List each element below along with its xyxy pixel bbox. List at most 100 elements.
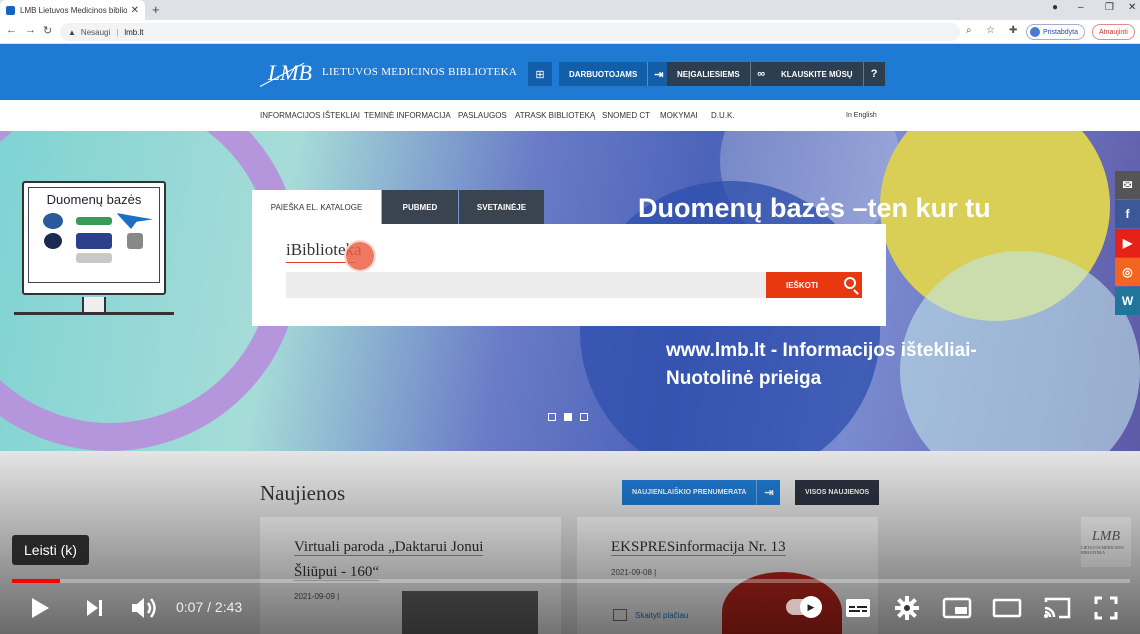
- tab-catalog-search[interactable]: PAIEŠKA EL. KATALOGE: [252, 190, 381, 224]
- menu-item-services[interactable]: PASLAUGOS: [458, 111, 507, 120]
- accessibility-button[interactable]: NEĮGALIESIEMS ∞: [667, 62, 772, 86]
- cursor-highlight-icon: [344, 240, 376, 272]
- news-card-title[interactable]: Virtuali paroda „Daktarui Jonui Šliūpui …: [294, 535, 484, 585]
- social-sidebar: ✉ f ▶ ◎ W: [1115, 171, 1140, 316]
- search-panel-body: iBiblioteka IEŠKOTI: [252, 224, 886, 326]
- theater-icon: [992, 598, 1022, 618]
- back-icon[interactable]: ←: [6, 24, 17, 36]
- issuu-icon[interactable]: ◎: [1115, 258, 1140, 286]
- all-news-button[interactable]: VISOS NAUJIENOS: [795, 480, 880, 505]
- newsletter-button[interactable]: NAUJIENLAIŠKIO PRENUMERATA ⇥: [622, 480, 781, 505]
- catalog-search-input[interactable]: [286, 272, 766, 298]
- profile-button[interactable]: Pristabdyta: [1026, 24, 1086, 40]
- news-heading: Naujienos: [260, 481, 346, 505]
- monitor-base: [14, 312, 174, 315]
- browser-toolbar: ← → ↻ ▲ Nesaugi | lmb.lt ⌕ ☆ ✚ Pristabdy…: [0, 20, 1140, 44]
- hero-headline: Duomenų bazės –ten kur tu: [638, 193, 991, 223]
- monitor-stand: [82, 297, 106, 313]
- cast-icon: [1044, 597, 1071, 619]
- logo-mark: LMB: [258, 52, 314, 92]
- mail-icon[interactable]: ✉: [1115, 171, 1140, 199]
- hero-subheadline: www.lmb.lt - Informacijos ištekliai- Nuo…: [666, 337, 977, 393]
- avatar: [1030, 27, 1040, 37]
- theater-mode-button[interactable]: [991, 594, 1023, 622]
- springer-logo-icon: [126, 233, 143, 249]
- reload-icon[interactable]: ↻: [43, 24, 52, 37]
- wordpress-icon[interactable]: W: [1115, 287, 1140, 315]
- bookmark-star-icon[interactable]: ☆: [986, 25, 995, 36]
- hero-banner: Duomenų bazės PAIEŠKA EL. KATALOGE PUBME…: [0, 131, 1140, 451]
- autoplay-toggle[interactable]: ▶: [786, 596, 822, 618]
- minimize-icon[interactable]: –: [1078, 2, 1084, 13]
- menu-item-training[interactable]: MOKYMAI: [660, 111, 698, 120]
- settings-button[interactable]: [892, 594, 922, 622]
- fullscreen-button[interactable]: [1092, 594, 1120, 622]
- news-card-image[interactable]: [402, 591, 538, 634]
- progress-bar[interactable]: [12, 579, 1130, 583]
- security-status: Nesaugi: [80, 27, 111, 37]
- close-window-icon[interactable]: ✕: [1128, 2, 1136, 13]
- news-card[interactable]: Virtuali paroda „Daktarui Jonui Šliūpui …: [260, 517, 561, 634]
- staff-button[interactable]: DARBUOTOJAMS ⇥: [559, 62, 670, 86]
- facebook-icon[interactable]: f: [1115, 200, 1140, 228]
- youtube-icon[interactable]: ▶: [1115, 229, 1140, 257]
- menu-item-discover[interactable]: ATRASK BIBLIOTEKĄ: [515, 111, 595, 120]
- extensions-icon[interactable]: ✚: [1009, 25, 1017, 36]
- volume-icon: [132, 598, 156, 618]
- wiley-logo-icon: [75, 253, 113, 263]
- news-card-date: 2021-09-08 |: [611, 568, 657, 577]
- cochrane-logo-icon: [44, 233, 63, 249]
- tab-pubmed[interactable]: PUBMED: [382, 190, 458, 224]
- sitemap-icon[interactable]: ⊞: [528, 62, 552, 86]
- news-card-title[interactable]: EKSPRESinformacija Nr. 13: [611, 535, 786, 560]
- miniplayer-button[interactable]: [941, 594, 973, 622]
- next-button[interactable]: [82, 594, 108, 622]
- cast-button[interactable]: [1041, 594, 1073, 622]
- play-button[interactable]: [26, 594, 54, 622]
- url-text: lmb.lt: [124, 27, 144, 37]
- gear-icon: [895, 596, 919, 620]
- tab-close-icon[interactable]: ✕: [131, 5, 139, 16]
- channel-watermark[interactable]: LMB LIETUVOS MEDICINOS BIBLIOTEKA: [1081, 517, 1131, 567]
- staff-button-label: DARBUOTOJAMS: [569, 69, 638, 79]
- profile-status: Pristabdyta: [1043, 28, 1079, 36]
- fullscreen-icon: [1094, 596, 1118, 620]
- slider-dot-3[interactable]: [580, 413, 588, 421]
- new-tab-button[interactable]: +: [152, 2, 160, 17]
- tab-site-search[interactable]: SVETAINĖJE: [459, 190, 544, 224]
- site-logo[interactable]: LMB LIETUVOS MEDICINOS BIBLIOTEKA: [258, 52, 517, 92]
- read-more-label: Skaityti plačiau: [635, 610, 689, 620]
- zoom-icon[interactable]: ⌕: [966, 25, 972, 36]
- browser-tab[interactable]: LMB Lietuvos Medicinos bibliote ✕: [0, 0, 145, 20]
- address-bar[interactable]: ▲ Nesaugi | lmb.lt: [60, 23, 960, 41]
- maximize-icon[interactable]: ❐: [1105, 2, 1114, 13]
- glasses-icon: ∞: [749, 62, 772, 86]
- menu-item-snomed[interactable]: SNOMED CT: [602, 111, 650, 120]
- subtitles-button[interactable]: [843, 594, 873, 622]
- slider-dot-1[interactable]: [548, 413, 556, 421]
- read-more-link[interactable]: Skaityti plačiau: [613, 609, 688, 621]
- menu-item-resources[interactable]: INFORMACIJOS IŠTEKLIAI: [260, 111, 360, 120]
- search-button[interactable]: IEŠKOTI: [766, 272, 862, 298]
- cursor-arrow-icon: [116, 213, 153, 229]
- document-icon: [613, 609, 627, 621]
- slider-dot-2[interactable]: [564, 413, 572, 421]
- forward-icon[interactable]: →: [25, 24, 36, 36]
- monitor-title: Duomenų bazės: [46, 192, 142, 207]
- subtitles-icon: [846, 599, 870, 617]
- time-display: 0:07 / 2:43: [176, 599, 242, 615]
- site-favicon-icon: [6, 5, 15, 15]
- language-switch[interactable]: In English: [846, 112, 877, 119]
- hero-sub-line-2: Nuotolinė prieiga: [666, 368, 822, 389]
- news-card-date: 2021-09-09 |: [294, 592, 340, 601]
- ask-us-button[interactable]: KLAUSKITE MŪSŲ ?: [771, 62, 885, 86]
- monitor-screen: Duomenų bazės: [28, 187, 160, 283]
- play-icon: [32, 598, 49, 618]
- menu-item-faq[interactable]: D.U.K.: [711, 111, 735, 120]
- mute-button[interactable]: [129, 594, 159, 622]
- menu-item-thematic[interactable]: TEMINĖ INFORMACIJA: [364, 111, 451, 120]
- browser-menu-icon[interactable]: ●: [1052, 2, 1058, 13]
- update-button[interactable]: Atnaujinti: [1092, 24, 1135, 40]
- ask-us-button-label: KLAUSKITE MŪSŲ: [781, 69, 853, 79]
- tab-title: LMB Lietuvos Medicinos bibliote: [20, 5, 127, 15]
